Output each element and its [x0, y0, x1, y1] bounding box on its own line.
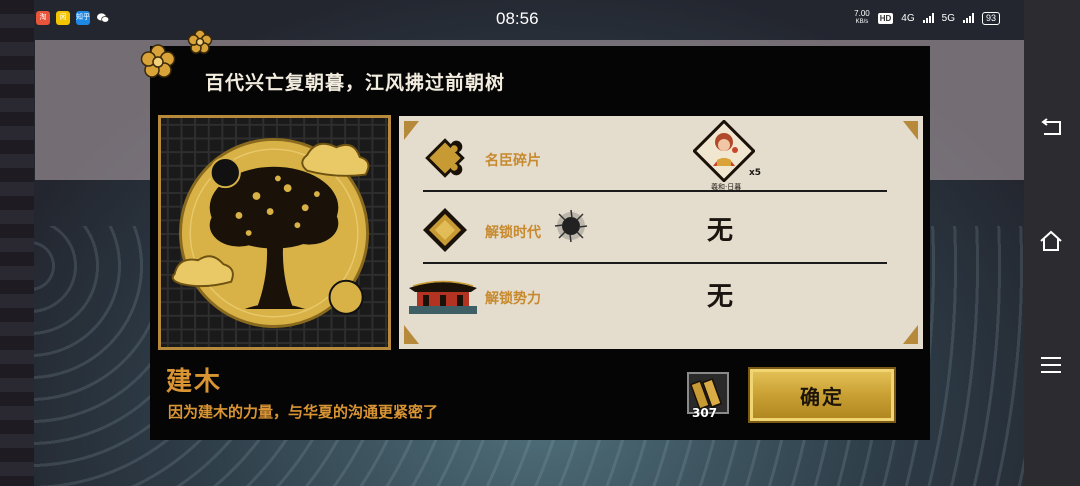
app-notification-icon: 闲 — [56, 11, 70, 25]
diamond-gem-icon — [423, 208, 467, 252]
network-speed: 7.00 KB/s — [854, 10, 870, 26]
system-indicators: 7.00 KB/s HD 4G 5G 93 — [854, 10, 1000, 26]
network-type-4g: 4G — [901, 12, 915, 24]
unlock-dialog: 百代兴亡复朝暮，江风拂过前朝树 名臣碎片 x5 羲和·日暮 解锁时代 无 解锁势… — [140, 29, 930, 440]
back-icon[interactable] — [1038, 115, 1064, 141]
app-notification-icon: 淘 — [36, 11, 50, 25]
jianmu-tree-card — [158, 115, 391, 350]
row-divider — [423, 190, 887, 192]
wechat-icon — [96, 11, 110, 25]
reward-row-era: 解锁时代 无 — [417, 196, 887, 266]
notification-icons: 淘 闲 知乎 — [36, 11, 110, 25]
faction-value: 无 — [707, 282, 734, 312]
network-type-5g: 5G — [941, 12, 955, 24]
left-frame — [0, 0, 34, 486]
dialog-title: 百代兴亡复朝暮，江风拂过前朝树 — [205, 72, 506, 94]
reward-row-faction: 解锁势力 无 — [409, 266, 887, 336]
reward-row-fragments: 名臣碎片 x5 羲和·日暮 — [417, 119, 887, 192]
menu-icon[interactable] — [1038, 352, 1064, 378]
reward-info-panel: 名臣碎片 x5 羲和·日暮 解锁时代 无 解锁势力 无 — [399, 116, 923, 349]
corner-ornament-icon — [903, 325, 918, 344]
puzzle-icon — [425, 138, 465, 178]
corner-ornament-icon — [903, 121, 918, 140]
clock: 08:56 — [496, 9, 539, 28]
home-icon[interactable] — [1038, 228, 1064, 254]
row-label-era: 解锁时代 — [485, 225, 541, 241]
ink-splash-icon — [554, 209, 588, 243]
row-label-faction: 解锁势力 — [485, 291, 541, 307]
skill-name: 建木 — [166, 367, 223, 397]
hero-fragment-reward[interactable]: x5 羲和·日暮 — [692, 119, 763, 192]
fragment-count: x5 — [749, 168, 762, 178]
row-label-fragments: 名臣碎片 — [485, 153, 541, 169]
golden-tree-illustration — [161, 118, 388, 347]
network-speed-unit: KB/s — [855, 19, 869, 25]
confirm-button[interactable]: 确定 — [748, 367, 896, 423]
signal-icon — [922, 13, 934, 23]
skill-description: 因为建木的力量，与华夏的沟通更紧密了 — [168, 403, 439, 421]
era-value: 无 — [707, 216, 734, 246]
app-notification-icon: 知乎 — [76, 11, 90, 25]
cost-count: 307 — [692, 406, 718, 420]
row-divider — [423, 262, 887, 264]
network-speed-value: 7.00 — [854, 9, 870, 18]
palace-icon — [409, 280, 477, 314]
hero-portrait-icon — [692, 119, 756, 183]
hd-voice-icon: HD — [877, 12, 894, 24]
signal-icon — [962, 13, 974, 23]
battery-icon: 93 — [981, 11, 1000, 25]
